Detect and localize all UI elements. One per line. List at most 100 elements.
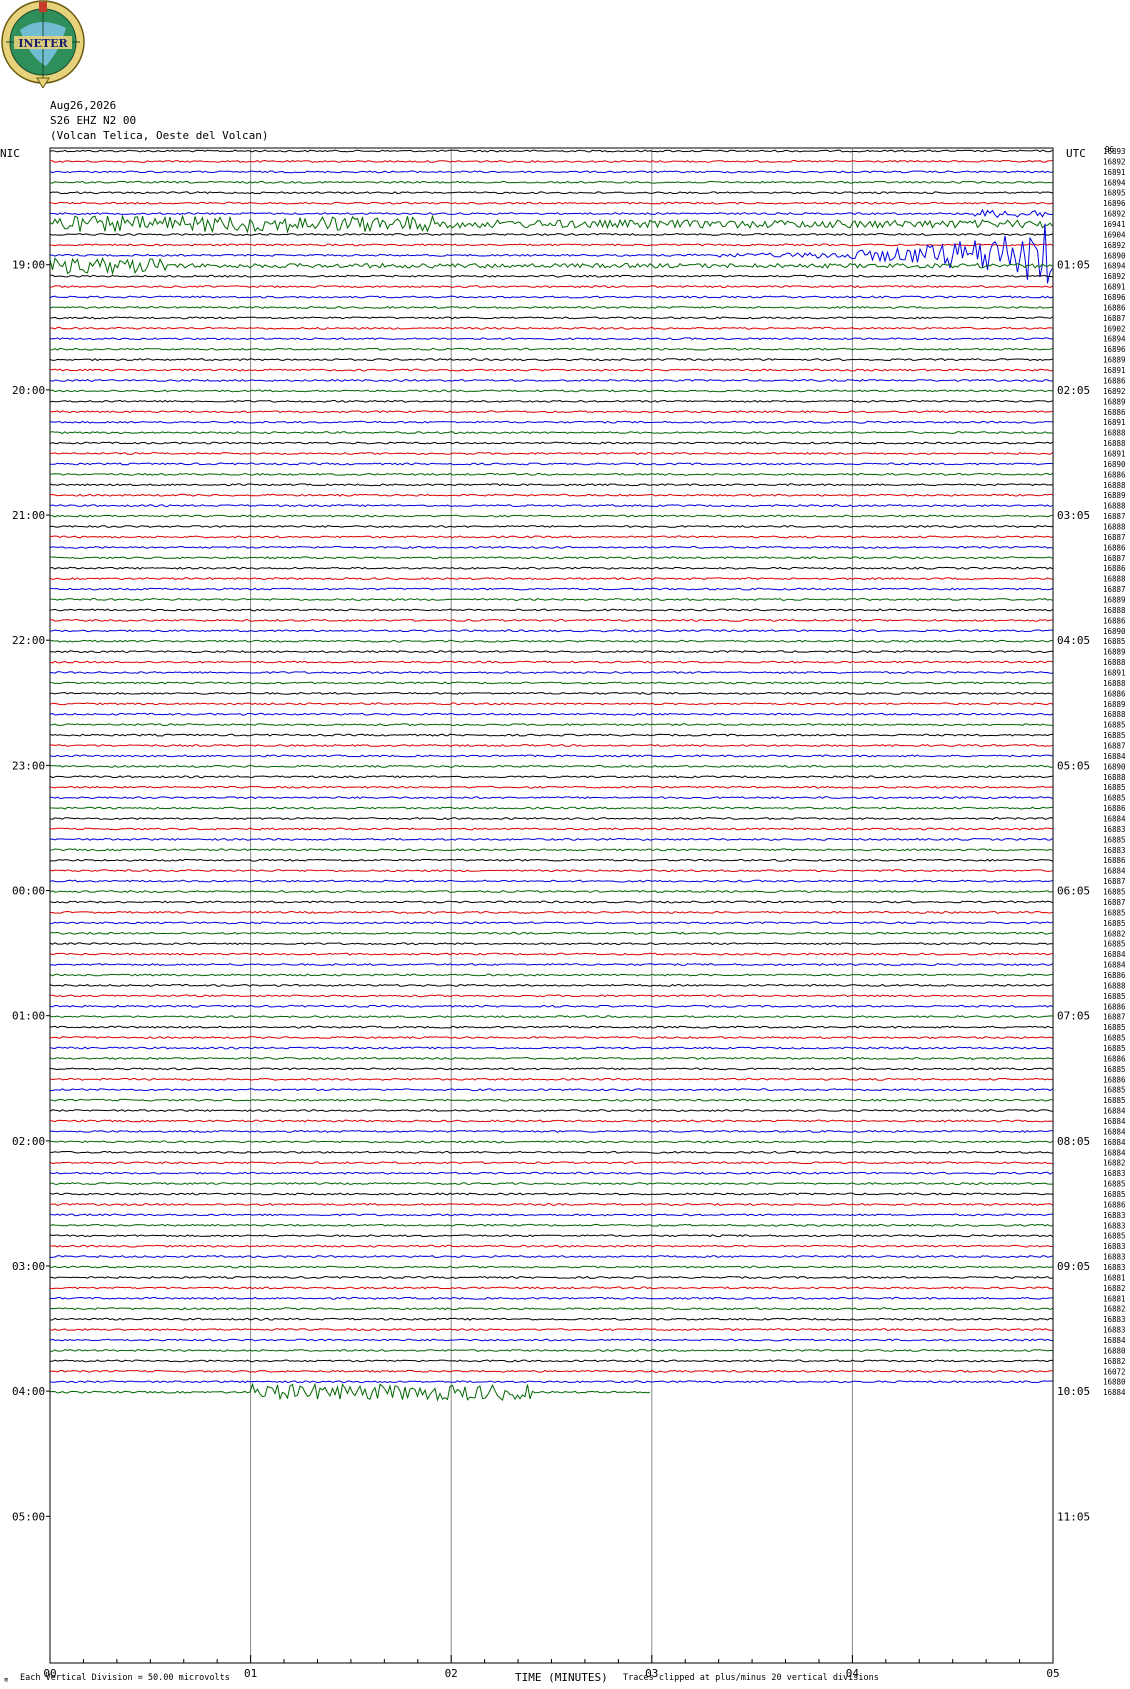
trace-count-label: 16883 — [1103, 1169, 1126, 1178]
trace-count-label: 16885 — [1103, 637, 1126, 646]
trace-line — [49, 702, 1053, 706]
trace-line — [49, 504, 1053, 508]
trace-count-label: 16884 — [1103, 1138, 1126, 1147]
trace-line — [49, 420, 1053, 424]
trace-count-label: 16895 — [1103, 189, 1126, 198]
trace-line — [49, 1255, 1053, 1259]
trace-line — [49, 232, 1053, 236]
trace-line — [49, 1328, 1053, 1332]
left-hour-label: 22:00 — [12, 634, 45, 647]
trace-count-label: 16887 — [1103, 512, 1126, 521]
right-hour-label: 02:05 — [1057, 384, 1090, 397]
trace-line — [49, 514, 1053, 518]
trace-line — [49, 201, 1053, 205]
trace-count-label: 16889 — [1103, 648, 1126, 657]
trace-count-label: 16887 — [1103, 742, 1126, 751]
trace-count-label: 16889 — [1103, 595, 1126, 604]
trace-line — [49, 1140, 1053, 1144]
trace-count-label: 16889 — [1103, 491, 1126, 500]
plot-frame — [49, 147, 1054, 1664]
trace-line — [49, 326, 1053, 330]
trace-line — [49, 671, 1053, 674]
trace-count-label: 16885 — [1103, 721, 1126, 730]
trace-line — [49, 1056, 1053, 1060]
trace-line — [49, 587, 1053, 591]
x-tick-label: 02 — [445, 1667, 458, 1680]
right-hour-label: 05:05 — [1057, 759, 1090, 772]
trace-count-label: 16886 — [1103, 564, 1126, 573]
trace-line — [49, 431, 1053, 435]
trace-line — [49, 1265, 1053, 1269]
trace-count-label: 16885 — [1103, 1086, 1126, 1095]
trace-line — [49, 1234, 1053, 1238]
trace-count-label: 16882 — [1103, 1305, 1126, 1314]
left-hour-label: 00:00 — [12, 885, 45, 898]
trace-count-label: 16072 — [1103, 1367, 1126, 1376]
trace-line — [49, 1046, 1053, 1050]
trace-count-label: 16890 — [1103, 460, 1126, 469]
trace-line — [49, 149, 1053, 153]
trace-line — [49, 180, 1053, 184]
trace-count-label: 16881 — [1103, 1294, 1126, 1303]
trace-line — [49, 817, 1053, 820]
trace-count-label: 16892 — [1103, 210, 1126, 219]
footer-mark-icon: ≋ — [4, 1676, 8, 1684]
trace-count-label: 16890 — [1103, 762, 1126, 771]
trace-count-label: 16892 — [1103, 157, 1126, 166]
trace-line — [49, 785, 1053, 789]
trace-count-label: 16886 — [1103, 804, 1126, 813]
trace-count-label: 16884 — [1103, 1148, 1126, 1157]
trace-line — [49, 535, 1053, 539]
left-hour-label: 19:00 — [12, 259, 45, 272]
left-timezone-label: NIC — [0, 147, 20, 160]
trace-count-label: 16885 — [1103, 1232, 1126, 1241]
trace-line — [49, 973, 1053, 977]
trace-count-label: 16884 — [1103, 1107, 1126, 1116]
trace-line — [49, 256, 1053, 276]
trace-line — [49, 295, 1053, 299]
trace-count-label: 16883 — [1103, 846, 1126, 855]
trace-line — [49, 493, 1053, 497]
trace-line — [49, 525, 1053, 528]
trace-count-label: 16888 — [1103, 439, 1126, 448]
right-hour-label: 10:05 — [1057, 1385, 1090, 1398]
trace-line — [50, 597, 1053, 601]
trace-count-label: 16892 — [1103, 387, 1126, 396]
right-hour-label: 11:05 — [1057, 1510, 1090, 1523]
trace-count-label: 16885 — [1103, 919, 1126, 928]
trace-count-label: 16891 — [1103, 366, 1126, 375]
trace-line — [50, 462, 1053, 466]
trace-line — [49, 347, 1053, 351]
trace-line — [49, 994, 1053, 998]
trace-count-label: 16886 — [1103, 408, 1126, 417]
trace-count-label: 16885 — [1103, 783, 1126, 792]
trace-count-label: 16883 — [1103, 825, 1126, 834]
trace-count-label: 16883 — [1103, 1263, 1126, 1272]
trace-count-label: 16883 — [1103, 1326, 1126, 1335]
trace-count-label: 16885 — [1103, 1190, 1126, 1199]
trace-count-label: 16885 — [1103, 888, 1126, 897]
trace-count-label: 16894 — [1103, 335, 1126, 344]
trace-count-label: 16887 — [1103, 898, 1126, 907]
trace-count-label: 16891 — [1103, 449, 1126, 458]
trace-line — [49, 629, 1053, 633]
trace-line — [49, 921, 1053, 925]
trace-count-label: 16887 — [1103, 1013, 1126, 1022]
trace-line — [49, 942, 1053, 946]
trace-count-label: 16885 — [1103, 940, 1126, 949]
trace-count-label: 16882 — [1103, 1284, 1126, 1293]
trace-count-label: 16941 — [1103, 220, 1126, 229]
trace-line — [49, 472, 1053, 476]
trace-line — [49, 879, 1053, 883]
trace-count-label: 16888 — [1103, 522, 1126, 531]
trace-line — [49, 243, 1053, 247]
trace-count-label: 16888 — [1103, 710, 1126, 719]
trace-line — [49, 214, 1053, 234]
trace-count-label: 16884 — [1103, 1336, 1126, 1345]
trace-line — [50, 650, 1053, 654]
trace-count-label: 16888 — [1103, 606, 1126, 615]
trace-line — [49, 691, 1053, 695]
trace-count-label: 16891 — [1103, 669, 1126, 678]
trace-line — [49, 451, 1053, 456]
x-axis-label: TIME (MINUTES) — [515, 1671, 608, 1684]
